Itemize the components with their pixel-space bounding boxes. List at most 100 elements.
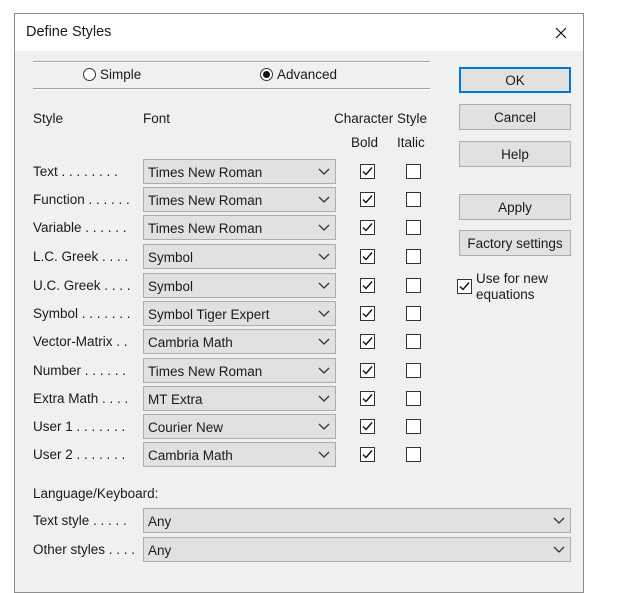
font-select-user-2[interactable]: Cambria Math — [143, 442, 336, 467]
bold-checkbox-user-2[interactable] — [360, 447, 375, 462]
chevron-down-icon — [318, 196, 330, 203]
use-for-new-equations-label: Use for new equations — [476, 271, 549, 302]
chevron-down-icon — [318, 253, 330, 260]
italic-checkbox-text[interactable] — [406, 164, 421, 179]
row-label-vector-matrix: Vector-Matrix . . — [33, 334, 128, 349]
font-select-vector-matrix[interactable]: Cambria Math — [143, 329, 336, 354]
bold-checkbox-function[interactable] — [360, 192, 375, 207]
checkmark-icon — [362, 337, 373, 346]
radio-simple[interactable]: Simple — [83, 67, 141, 82]
chevron-down-icon — [553, 517, 565, 524]
text-style-value: Any — [148, 514, 172, 529]
checkmark-icon — [362, 167, 373, 176]
font-column-header: Font — [143, 111, 171, 126]
use-for-new-equations-checkbox[interactable] — [457, 279, 472, 294]
font-select-function[interactable]: Times New Roman — [143, 187, 336, 212]
text-style-select[interactable]: Any — [143, 508, 571, 533]
italic-checkbox-uc-greek[interactable] — [406, 278, 421, 293]
bold-checkbox-vector-matrix[interactable] — [360, 334, 375, 349]
font-select-symbol[interactable]: Symbol Tiger Expert — [143, 301, 336, 326]
row-label-extra-math: Extra Math . . . . — [33, 391, 129, 406]
font-select-value: MT Extra — [148, 392, 203, 407]
font-select-number[interactable]: Times New Roman — [143, 358, 336, 383]
chevron-down-icon — [318, 367, 330, 374]
row-label-lc-greek: L.C. Greek . . . . — [33, 249, 129, 264]
row-label-function: Function . . . . . . — [33, 192, 130, 207]
help-button[interactable]: Help — [459, 141, 571, 167]
italic-checkbox-number[interactable] — [406, 363, 421, 378]
italic-checkbox-extra-math[interactable] — [406, 391, 421, 406]
checkmark-icon — [362, 366, 373, 375]
italic-checkbox-function[interactable] — [406, 192, 421, 207]
radio-advanced-indicator — [260, 68, 273, 81]
bold-checkbox-number[interactable] — [360, 363, 375, 378]
close-button[interactable] — [539, 14, 583, 51]
chevron-down-icon — [318, 282, 330, 289]
row-label-uc-greek: U.C. Greek . . . . — [33, 278, 131, 293]
row-label-number: Number . . . . . . — [33, 363, 127, 378]
character-style-header: Character Style — [334, 111, 428, 126]
mode-divider — [33, 88, 430, 90]
radio-advanced-label: Advanced — [277, 67, 338, 82]
chevron-down-icon — [318, 451, 330, 458]
font-select-value: Times New Roman — [148, 221, 263, 236]
row-label-text: Text . . . . . . . . — [33, 164, 118, 179]
apply-button[interactable]: Apply — [459, 194, 571, 220]
chevron-down-icon — [318, 338, 330, 345]
language-keyboard-heading: Language/Keyboard: — [33, 486, 159, 501]
row-label-user-1: User 1 . . . . . . . — [33, 419, 126, 434]
top-divider — [33, 61, 430, 63]
checkmark-icon — [362, 422, 373, 431]
define-styles-dialog: Define Styles Simple Advanced Style Font… — [14, 13, 584, 593]
radio-simple-indicator — [83, 68, 96, 81]
font-select-value: Cambria Math — [148, 335, 233, 350]
bold-checkbox-variable[interactable] — [360, 220, 375, 235]
italic-checkbox-user-1[interactable] — [406, 419, 421, 434]
row-label-variable: Variable . . . . . . — [33, 220, 127, 235]
style-column-header: Style — [33, 111, 64, 126]
window-title: Define Styles — [26, 24, 112, 40]
bold-checkbox-uc-greek[interactable] — [360, 278, 375, 293]
font-select-value: Symbol — [148, 279, 194, 294]
bold-checkbox-lc-greek[interactable] — [360, 249, 375, 264]
font-select-value: Times New Roman — [148, 364, 263, 379]
checkmark-icon — [362, 252, 373, 261]
font-select-value: Cambria Math — [148, 448, 233, 463]
chevron-down-icon — [318, 395, 330, 402]
italic-checkbox-user-2[interactable] — [406, 447, 421, 462]
italic-checkbox-lc-greek[interactable] — [406, 249, 421, 264]
bold-column-header: Bold — [351, 135, 379, 150]
italic-column-header: Italic — [397, 135, 425, 150]
italic-checkbox-vector-matrix[interactable] — [406, 334, 421, 349]
cancel-button[interactable]: Cancel — [459, 104, 571, 130]
font-select-uc-greek[interactable]: Symbol — [143, 273, 336, 298]
font-select-user-1[interactable]: Courier New — [143, 414, 336, 439]
italic-checkbox-symbol[interactable] — [406, 306, 421, 321]
checkmark-icon — [362, 450, 373, 459]
bold-checkbox-symbol[interactable] — [360, 306, 375, 321]
bold-checkbox-user-1[interactable] — [360, 419, 375, 434]
factory-settings-button[interactable]: Factory settings — [459, 230, 571, 256]
checkmark-icon — [459, 282, 470, 291]
other-styles-label: Other styles . . . . — [33, 542, 136, 557]
radio-advanced[interactable]: Advanced — [260, 67, 337, 82]
row-label-symbol: Symbol . . . . . . . — [33, 306, 131, 321]
checkmark-icon — [362, 281, 373, 290]
other-styles-select[interactable]: Any — [143, 537, 571, 562]
font-select-value: Symbol — [148, 250, 194, 265]
text-style-label: Text style . . . . . — [33, 513, 127, 528]
radio-simple-label: Simple — [100, 67, 142, 82]
checkmark-icon — [362, 223, 373, 232]
chevron-down-icon — [318, 423, 330, 430]
close-icon — [555, 27, 567, 38]
font-select-lc-greek[interactable]: Symbol — [143, 244, 336, 269]
font-select-text[interactable]: Times New Roman — [143, 159, 336, 184]
bold-checkbox-extra-math[interactable] — [360, 391, 375, 406]
ok-button[interactable]: OK — [459, 67, 571, 93]
bold-checkbox-text[interactable] — [360, 164, 375, 179]
checkmark-icon — [362, 195, 373, 204]
italic-checkbox-variable[interactable] — [406, 220, 421, 235]
font-select-extra-math[interactable]: MT Extra — [143, 386, 336, 411]
font-select-variable[interactable]: Times New Roman — [143, 215, 336, 240]
font-select-value: Times New Roman — [148, 165, 263, 180]
